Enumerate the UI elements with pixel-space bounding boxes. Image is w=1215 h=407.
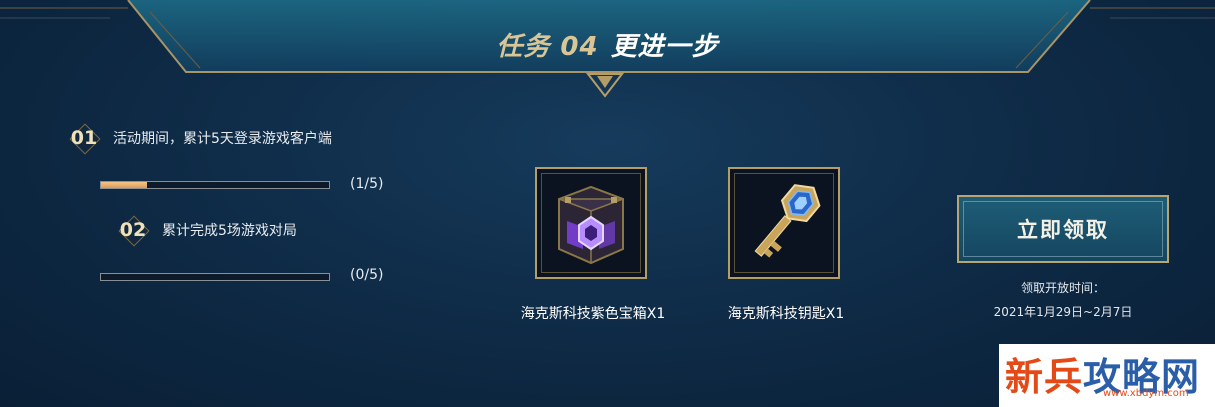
task-progress-text-1: (1/5) [350, 176, 384, 192]
task-progress-text-2: (0/5) [350, 267, 384, 283]
reward-frame-chest [535, 167, 647, 279]
purple-chest-icon [537, 169, 645, 277]
task-progress-fill-1 [101, 182, 147, 188]
task-number: 任务 04 [496, 32, 599, 62]
task-badge-1: 01 [67, 124, 101, 152]
task-item-1: 01 活动期间，累计5天登录游戏客户端 [67, 124, 332, 152]
watermark-url: www.xbdym.com [1103, 388, 1189, 399]
task-description-2: 累计完成5场游戏对局 [162, 223, 297, 239]
reward-name-chest: 海克斯科技紫色宝箱X1 [520, 306, 666, 322]
task-badge-2: 02 [116, 216, 150, 244]
claim-button[interactable]: 立即领取 [957, 195, 1169, 263]
reward-name-key: 海克斯科技钥匙X1 [727, 306, 845, 322]
reward-frame-key [728, 167, 840, 279]
watermark-part-1: 新兵 [1005, 355, 1084, 399]
reward-item-chest[interactable] [535, 167, 653, 285]
claim-button-label: 立即领取 [1017, 218, 1109, 242]
task-progress-bar-1 [100, 181, 330, 189]
task-item-2: 02 累计完成5场游戏对局 [116, 216, 297, 244]
task-description-1: 活动期间，累计5天登录游戏客户端 [113, 131, 332, 147]
task-title: 更进一步 [610, 32, 719, 62]
task-progress-bar-2 [100, 273, 330, 281]
claim-open-time-dates: 2021年1月29日~2月7日 [993, 305, 1133, 319]
claim-open-time-label: 领取开放时间： [1020, 281, 1105, 295]
watermark-logo: 新兵攻略网 www.xbdym.com [999, 344, 1215, 407]
key-icon [730, 169, 838, 277]
reward-item-key[interactable] [728, 167, 846, 285]
header-title: 任务 04 更进一步 [0, 26, 1215, 63]
